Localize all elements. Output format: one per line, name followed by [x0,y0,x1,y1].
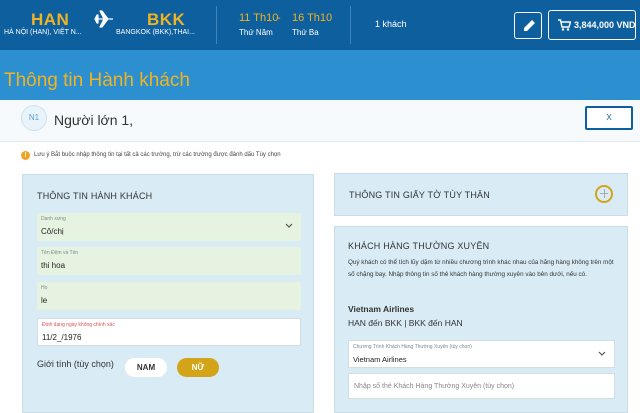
surname-field[interactable]: Họ le [37,282,301,310]
passenger-info-panel: THÔNG TIN HÀNH KHÁCH Danh xưng Cô/chị Tê… [22,174,314,413]
date-of-birth-field[interactable]: Định dạng ngày không chính xác 11/2_/197… [37,318,301,346]
close-button[interactable]: X [585,106,633,130]
flight-legs: HAN đến BKK | BKK đến HAN [348,318,463,328]
gender-female-button[interactable]: NỮ [177,358,219,377]
airplane-icon [94,10,113,28]
cart-total: 3,844,000 VND [574,20,636,30]
frequent-flyer-description: Quý khách có thể tích lũy dặm từ nhiều c… [348,259,614,278]
given-name-value: thi hoa [41,261,66,270]
gender-male-button[interactable]: NAM [125,358,167,377]
destination-code: BKK [147,10,186,29]
surname-value: le [41,296,48,305]
warning-icon: ! [21,151,30,160]
surname-label: Họ [41,285,48,291]
plus-icon[interactable] [595,185,613,203]
origin-code: HAN [31,10,70,29]
frequent-flyer-title: KHÁCH HÀNG THƯỜNG XUYÊN [348,241,490,251]
depart-date: 11 Th10 [239,12,279,24]
id-documents-panel[interactable]: THÔNG TIN GIẤY TỜ TÙY THÂN [334,173,628,216]
given-name-field[interactable]: Tên Đệm và Tên thi hoa [37,247,301,275]
top-bar: HAN HÀ NỘI (HAN), VIỆT N... BKK BANGKOK … [0,0,640,50]
page-title: Thông tin Hành khách [4,70,190,91]
frequent-flyer-number-input[interactable]: Nhập số thẻ Khách Hàng Thường Xuyên (tùy… [348,373,615,399]
passenger-card: N1 Người lớn 1, X ! Lưu ý Bắt buộc nhập … [0,100,640,413]
depart-day: Thứ Năm [239,28,273,37]
date-of-birth-value: 11/2_/1976 [42,333,82,342]
frequent-flyer-panel: KHÁCH HÀNG THƯỜNG XUYÊN Quý khách có thể… [334,226,628,413]
pencil-icon [524,20,535,31]
program-value: Vietnam Airlines [353,355,407,364]
passenger-count: 1 khách [375,19,407,29]
given-name-label: Tên Đệm và Tên [41,250,79,256]
title-value: Cô/chị [41,227,64,236]
return-day: Thứ Ba [292,28,319,37]
passenger-title: Người lớn 1, [54,112,134,128]
edit-search-button[interactable] [514,12,542,39]
frequent-flyer-number-placeholder: Nhập số thẻ Khách Hàng Thường Xuyên (tùy… [354,383,515,390]
required-notice: Lưu ý Bắt buộc nhập thông tin tại tất cả… [34,152,281,158]
origin-name: HÀ NỘI (HAN), VIỆT N... [4,29,82,36]
cart-button[interactable]: 3,844,000 VND [548,10,636,40]
passenger-info-title: THÔNG TIN HÀNH KHÁCH [37,191,153,201]
return-date: 16 Th10 [292,12,333,24]
title-label: Danh xưng [41,216,66,222]
chevron-down-icon [598,351,606,356]
program-label: Chương Trình Khách Hàng Thường Xuyên (tù… [353,344,472,350]
passenger-badge: N1 [21,105,47,131]
gender-label: Giới tính (tùy chọn) [37,359,114,369]
passenger-header: N1 Người lớn 1, X [0,100,640,142]
header-divider [216,6,217,44]
chevron-down-icon [285,223,293,228]
frequent-flyer-program-select[interactable]: Chương Trình Khách Hàng Thường Xuyên (tù… [348,340,615,368]
destination-name: BANGKOK (BKK),THAI... [116,29,195,36]
id-documents-title: THÔNG TIN GIẤY TỜ TÙY THÂN [349,190,490,200]
airline-name: Vietnam Airlines [348,304,415,314]
date-of-birth-error: Định dạng ngày không chính xác [42,322,115,328]
header-divider [350,6,351,44]
title-select[interactable]: Danh xưng Cô/chị [37,213,301,241]
cart-icon [558,19,571,31]
date-dash: - [277,12,281,24]
